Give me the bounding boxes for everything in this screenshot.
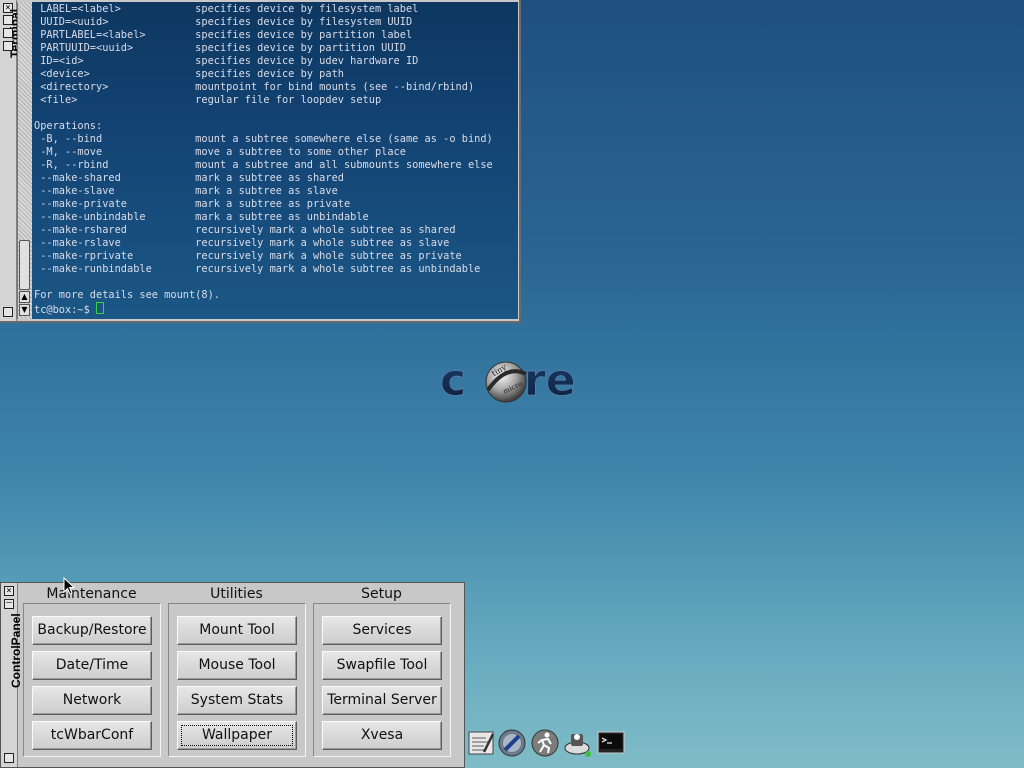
services-button[interactable]: Services [322, 616, 442, 645]
terminal-titlebar[interactable]: × Terminal [0, 0, 22, 321]
terminal-line: For more details see mount(8). [34, 289, 220, 301]
date-time-button[interactable]: Date/Time [32, 651, 152, 680]
terminal-scrollbar[interactable]: ▲ ▼ [17, 2, 32, 319]
terminal-line: --make-runbindable recursively mark a wh… [40, 263, 481, 275]
terminal-line: --make-rprivate recursively mark a whole… [40, 250, 462, 262]
terminal-line: --make-slave mark a subtree as slave [40, 185, 338, 197]
control-panel-title: ControlPanel [9, 613, 23, 688]
mouse-tool-button[interactable]: Mouse Tool [177, 651, 297, 680]
group-setup: Services Swapfile Tool Terminal Server X… [313, 603, 451, 757]
swapfile-tool-button[interactable]: Swapfile Tool [322, 651, 442, 680]
minimize-icon[interactable]: – [4, 599, 14, 609]
mount-tool-button[interactable]: Mount Tool [177, 616, 297, 645]
terminal-line: PARTUUID=<uuid> specifies device by part… [40, 42, 406, 54]
xvesa-button[interactable]: Xvesa [322, 721, 442, 750]
terminal-server-button[interactable]: Terminal Server [322, 686, 442, 715]
terminal-line: -B, --bind mount a subtree somewhere els… [40, 133, 493, 145]
terminal-line: --make-unbindable mark a subtree as unbi… [40, 211, 369, 223]
logo-text-left: c [440, 355, 466, 406]
terminal-prompt: tc@box:~$ [34, 304, 96, 316]
terminal-icon[interactable] [596, 728, 626, 758]
tcwbarconf-button[interactable]: tcWbarConf [32, 721, 152, 750]
terminal-window[interactable]: × Terminal ▲ ▼ LABEL=<label> specifies d… [0, 0, 521, 323]
shade-icon[interactable] [3, 307, 13, 317]
mount-drive-icon[interactable] [497, 728, 527, 758]
terminal-line: PARTLABEL=<label> specifies device by pa… [40, 29, 413, 41]
terminal-line: <file> regular file for loopdev setup [40, 94, 382, 106]
mouse-pointer-icon [63, 577, 75, 595]
wallpaper-button[interactable]: Wallpaper [177, 721, 297, 750]
heading-maintenance: Maintenance [46, 586, 137, 602]
shade-icon[interactable] [4, 753, 14, 763]
terminal-line: --make-rslave recursively mark a whole s… [40, 237, 450, 249]
terminal-line: -R, --rbind mount a subtree and all subm… [40, 159, 493, 171]
terminal-line: --make-shared mark a subtree as shared [40, 172, 344, 184]
terminal-line: Operations: [34, 120, 103, 132]
group-maintenance: Backup/Restore Date/Time Network tcWbarC… [23, 603, 161, 757]
run-apps-icon[interactable] [530, 728, 560, 758]
control-panel-titlebar[interactable]: × – ControlPanel [1, 583, 23, 767]
terminal-line: -M, --move move a subtree to some other … [40, 146, 406, 158]
group-utilities: Mount Tool Mouse Tool System Stats Wallp… [168, 603, 306, 757]
close-icon[interactable]: × [4, 586, 14, 596]
terminal-line: LABEL=<label> specifies device by filesy… [40, 3, 419, 15]
heading-setup: Setup [361, 586, 402, 602]
backup-restore-button[interactable]: Backup/Restore [32, 616, 152, 645]
terminal-output[interactable]: LABEL=<label> specifies device by filesy… [32, 2, 518, 319]
network-button[interactable]: Network [32, 686, 152, 715]
system-stats-button[interactable]: System Stats [177, 686, 297, 715]
terminal-line: --make-private mark a subtree as private [40, 198, 351, 210]
editor-icon[interactable] [466, 728, 496, 758]
scroll-up-icon[interactable]: ▲ [19, 291, 30, 303]
terminal-line: <directory> mountpoint for bind mounts (… [40, 81, 475, 93]
terminal-text: LABEL=<label> specifies device by filesy… [32, 2, 518, 317]
terminal-line: UUID=<uuid> specifies device by filesyst… [40, 16, 413, 28]
install-apps-icon[interactable] [563, 728, 593, 758]
logo-text-right: re [524, 355, 576, 406]
terminal-line: <device> specifies device by path [40, 68, 344, 80]
control-panel-window[interactable]: × – ControlPanel Maintenance Backup/Rest… [0, 582, 465, 768]
tinycore-logo-icon: c tiny micro re [440, 355, 576, 407]
terminal-cursor [96, 302, 104, 314]
terminal-line: --make-rshared recursively mark a whole … [40, 224, 456, 236]
scrollbar-thumb[interactable] [19, 240, 30, 290]
heading-utilities: Utilities [210, 586, 263, 602]
terminal-line: ID=<id> specifies device by udev hardwar… [40, 55, 419, 67]
scroll-down-icon[interactable]: ▼ [19, 304, 30, 316]
